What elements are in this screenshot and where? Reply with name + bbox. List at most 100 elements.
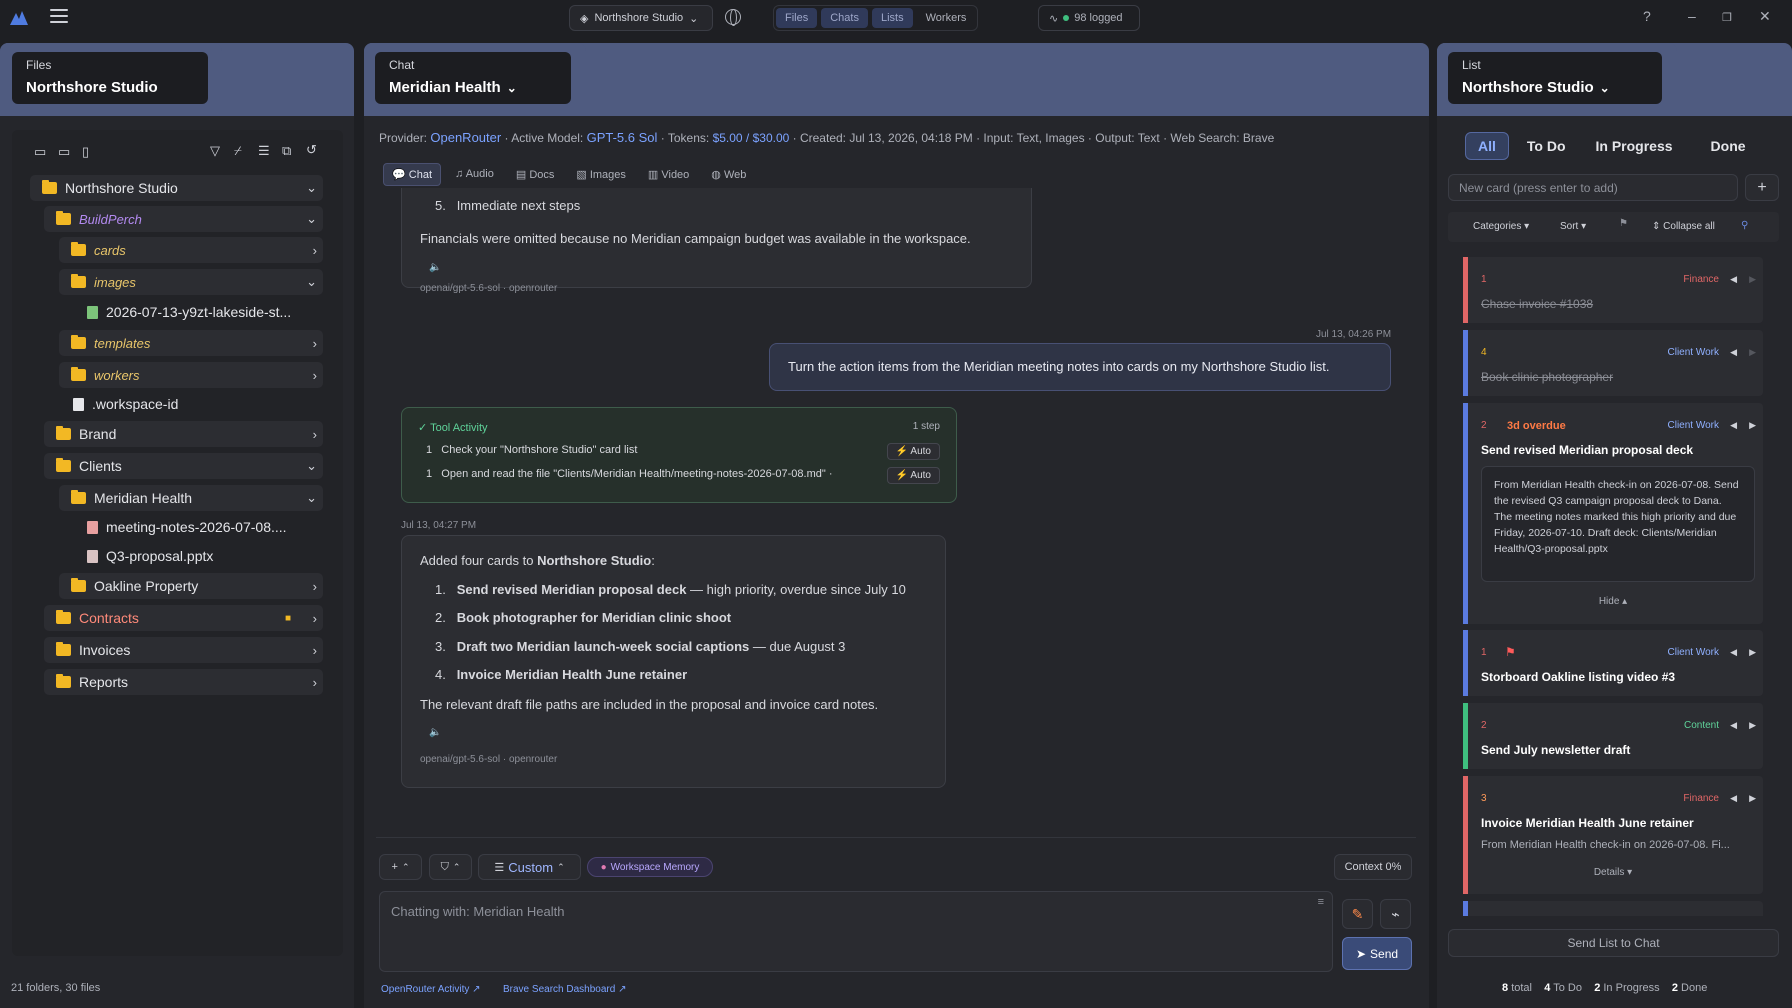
close-icon[interactable]: ✕ bbox=[1759, 8, 1771, 25]
provider-link[interactable]: OpenRouter bbox=[430, 130, 501, 145]
tree-folder-buildperch[interactable]: BuildPerch ⌄ bbox=[44, 206, 323, 232]
tree-folder-images[interactable]: images ⌄ bbox=[59, 269, 323, 295]
list-card[interactable]: 1 Finance ◀ ▶ Chase invoice #1038 bbox=[1463, 257, 1763, 323]
speaker-icon[interactable]: 🔈 bbox=[429, 727, 441, 738]
details-button[interactable]: Details ▾ bbox=[1463, 867, 1763, 878]
filter-done[interactable]: Done bbox=[1699, 132, 1758, 160]
arrow-right-icon[interactable]: ▶ bbox=[1749, 347, 1756, 358]
flag-icon[interactable]: ⚑ bbox=[1619, 218, 1628, 229]
arrow-right-icon[interactable]: ▶ bbox=[1749, 420, 1756, 431]
tree-folder-meridian[interactable]: Meridian Health ⌄ bbox=[59, 485, 323, 511]
collapse-all-button[interactable]: ⇕ Collapse all bbox=[1652, 221, 1715, 232]
tree-folder-clients[interactable]: Clients ⌄ bbox=[44, 453, 323, 479]
custom-select[interactable]: ☰ Custom ⌃ bbox=[478, 854, 581, 880]
nav-lists[interactable]: Lists bbox=[871, 8, 913, 28]
tree-folder-invoices[interactable]: Invoices › bbox=[44, 637, 323, 663]
arrow-left-icon[interactable]: ◀ bbox=[1730, 347, 1737, 358]
tool-button[interactable]: ⌁ bbox=[1380, 899, 1411, 929]
filter-todo[interactable]: To Do bbox=[1515, 132, 1578, 160]
tree-file-meeting-notes[interactable]: meeting-notes-2026-07-08.... bbox=[87, 514, 323, 540]
auto-badge[interactable]: ⚡ Auto bbox=[886, 443, 940, 460]
resize-icon[interactable]: ≡ bbox=[1318, 896, 1324, 908]
new-folder-icon[interactable]: ▭ bbox=[34, 144, 46, 160]
pencil-button[interactable]: ✎ bbox=[1342, 899, 1373, 929]
tree-file-workspace-id[interactable]: .workspace-id bbox=[73, 391, 323, 417]
list-card[interactable]: 4 Client Work ◀ ▶ Book clinic photographe… bbox=[1463, 330, 1763, 396]
filter-icon[interactable]: ▽ bbox=[210, 143, 220, 159]
filter-in-progress[interactable]: In Progress bbox=[1584, 132, 1685, 160]
arrow-right-icon[interactable]: ▶ bbox=[1749, 647, 1756, 658]
files-tab[interactable]: Files Northshore Studio bbox=[12, 52, 208, 104]
tree-folder-cards[interactable]: cards › bbox=[59, 237, 323, 263]
tree-folder-reports[interactable]: Reports › bbox=[44, 669, 323, 695]
brave-dashboard-link[interactable]: Brave Search Dashboard ↗ bbox=[503, 984, 626, 995]
arrow-right-icon[interactable]: ▶ bbox=[1749, 720, 1756, 731]
nav-chats[interactable]: Chats bbox=[821, 8, 868, 28]
filter-all[interactable]: All bbox=[1465, 132, 1509, 160]
arrow-left-icon[interactable]: ◀ bbox=[1730, 720, 1737, 731]
refresh-icon[interactable]: ↺ bbox=[306, 142, 317, 158]
clean-icon[interactable]: ⌿ bbox=[234, 143, 242, 159]
copy-icon[interactable]: ⧉ bbox=[282, 143, 291, 159]
send-button[interactable]: ➤ Send bbox=[1342, 937, 1412, 970]
arrow-left-icon[interactable]: ◀ bbox=[1730, 274, 1737, 285]
speaker-icon[interactable]: 🔈 bbox=[429, 262, 441, 273]
nav-workers[interactable]: Workers bbox=[917, 8, 976, 28]
mode-video[interactable]: ▥ Video bbox=[640, 163, 697, 186]
new-file-icon[interactable]: ▯ bbox=[82, 144, 89, 160]
mode-docs[interactable]: ▤ Docs bbox=[508, 163, 563, 186]
tokens-link[interactable]: $5.00 / $30.00 bbox=[713, 131, 790, 145]
tree-folder-workers[interactable]: workers › bbox=[59, 362, 323, 388]
tree-file-image[interactable]: 2026-07-13-y9zt-lakeside-st... bbox=[87, 299, 323, 325]
nav-files[interactable]: Files bbox=[776, 8, 818, 28]
list-card-expanded[interactable]: 2 3d overdue Client Work ◀ ▶ Send revised… bbox=[1463, 403, 1763, 624]
tree-file-proposal[interactable]: Q3-proposal.pptx bbox=[87, 543, 323, 569]
mode-images[interactable]: ▧ Images bbox=[568, 163, 634, 186]
mode-web[interactable]: ◍ Web bbox=[703, 163, 754, 186]
categories-button[interactable]: Categories ▾ bbox=[1473, 221, 1529, 232]
list-card[interactable]: 2 Content ◀ ▶ Send July newsletter draft bbox=[1463, 703, 1763, 769]
mode-chat[interactable]: 💬 Chat bbox=[383, 163, 442, 186]
arrow-right-icon[interactable]: ▶ bbox=[1749, 793, 1756, 804]
help-icon[interactable]: ? bbox=[1643, 8, 1651, 24]
globe-icon[interactable] bbox=[725, 9, 741, 26]
openrouter-activity-link[interactable]: OpenRouter Activity ↗ bbox=[381, 984, 481, 995]
app-logo-icon[interactable] bbox=[10, 11, 28, 25]
list-item: 3. Draft two Meridian launch-week social… bbox=[435, 639, 846, 654]
workspace-memory-badge[interactable]: ● Workspace Memory bbox=[587, 857, 713, 877]
add-card-button[interactable]: + bbox=[1745, 174, 1779, 201]
arrow-left-icon[interactable]: ◀ bbox=[1730, 793, 1737, 804]
hide-button[interactable]: Hide ▴ bbox=[1463, 596, 1763, 607]
upload-folder-icon[interactable]: ▭ bbox=[58, 144, 70, 160]
send-list-to-chat-button[interactable]: Send List to Chat bbox=[1448, 929, 1779, 957]
tree-folder-templates[interactable]: templates › bbox=[59, 330, 323, 356]
arrow-left-icon[interactable]: ◀ bbox=[1730, 420, 1737, 431]
list-card[interactable]: 1 ⚑ Client Work ◀ ▶ Storboard Oakline lis… bbox=[1463, 630, 1763, 696]
list-tab[interactable]: List Northshore Studio ⌄ bbox=[1448, 52, 1662, 104]
model-link[interactable]: GPT-5.6 Sol bbox=[587, 130, 658, 145]
chat-input[interactable]: Chatting with: Meridian Health ≡ bbox=[379, 891, 1333, 972]
list-card[interactable] bbox=[1463, 901, 1763, 916]
new-card-input[interactable]: New card (press enter to add) bbox=[1448, 174, 1738, 201]
list-card[interactable]: 3 Finance ◀ ▶ Invoice Meridian Health Jun… bbox=[1463, 776, 1763, 894]
tree-folder-northshore[interactable]: Northshore Studio ⌄ bbox=[30, 175, 323, 201]
arrow-left-icon[interactable]: ◀ bbox=[1730, 647, 1737, 658]
mode-audio[interactable]: ♫ Audio bbox=[447, 163, 502, 186]
activity-log-button[interactable]: ∿ 98 logged bbox=[1038, 5, 1140, 31]
tree-folder-oakline[interactable]: Oakline Property › bbox=[59, 573, 323, 599]
arrow-right-icon[interactable]: ▶ bbox=[1749, 274, 1756, 285]
workspace-select[interactable]: ◈ Northshore Studio ⌄ bbox=[569, 5, 713, 31]
maximize-icon[interactable]: ❐ bbox=[1722, 11, 1732, 24]
attach-button[interactable]: + ⌃ bbox=[379, 854, 422, 880]
search-icon[interactable]: ⚲ bbox=[1741, 220, 1748, 231]
menu-icon[interactable] bbox=[50, 9, 68, 25]
sort-button[interactable]: Sort ▾ bbox=[1560, 221, 1586, 232]
minimize-icon[interactable]: – bbox=[1688, 8, 1696, 24]
tree-folder-brand[interactable]: Brand › bbox=[44, 421, 323, 447]
chat-tab[interactable]: Chat Meridian Health ⌄ bbox=[375, 52, 571, 104]
shield-button[interactable]: ⛉ ⌃ bbox=[429, 854, 472, 880]
tree-folder-contracts[interactable]: Contracts ■ › bbox=[44, 605, 323, 631]
overdue-badge: 3d overdue bbox=[1507, 420, 1566, 432]
auto-badge[interactable]: ⚡ Auto bbox=[886, 467, 940, 484]
database-icon[interactable]: ☰ bbox=[258, 143, 270, 159]
